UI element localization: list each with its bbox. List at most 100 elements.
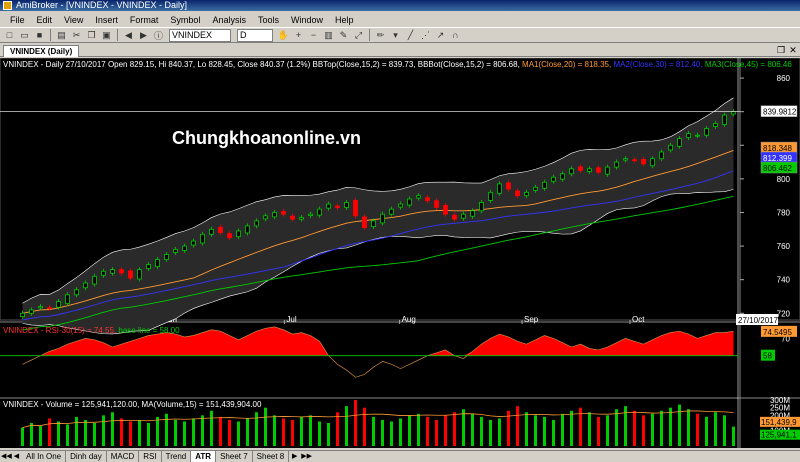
candle-body	[677, 138, 682, 147]
candle-body	[506, 182, 511, 190]
new-icon[interactable]: □	[3, 29, 16, 41]
candle-body	[101, 270, 106, 276]
open-icon[interactable]: ▭	[18, 29, 31, 41]
menu-window[interactable]: Window	[291, 15, 323, 25]
sheet-tab-all-in-one[interactable]: All In One	[22, 451, 67, 462]
restore-icon[interactable]: ❐	[776, 45, 786, 55]
next-sheet-icon[interactable]: ▶	[290, 452, 299, 461]
sheet-tab-dinh-day[interactable]: Dinh day	[66, 451, 107, 462]
ma2-info: MA2(Close,30) = 812.40,	[613, 60, 703, 69]
candle-body	[641, 158, 646, 165]
menu-format[interactable]: Format	[130, 15, 159, 25]
candle-body	[155, 259, 160, 267]
back-icon[interactable]: ◀	[122, 29, 135, 41]
candle-body	[272, 212, 277, 218]
menu-help[interactable]: Help	[335, 15, 354, 25]
last-sheet-icon[interactable]: ▶▶	[301, 452, 312, 461]
x-label-oct: Oct	[632, 315, 645, 324]
volume-bar	[75, 416, 78, 446]
volume-label: 125,941,1	[761, 431, 797, 440]
zoom-in-icon[interactable]: +	[292, 29, 305, 41]
sheet-tab-macd[interactable]: MACD	[107, 451, 140, 462]
first-sheet-icon[interactable]: ◀◀	[1, 452, 12, 461]
candle-body	[461, 213, 466, 219]
candle-body	[119, 269, 124, 274]
draw-icon[interactable]: ✎	[337, 29, 350, 41]
candle-body	[29, 309, 34, 314]
sheet-tab-atr[interactable]: ATR	[191, 451, 217, 462]
zoom-out-icon[interactable]: −	[307, 29, 320, 41]
fit-icon[interactable]: ⤢	[352, 29, 365, 41]
volume-bar	[84, 419, 87, 446]
volume-bar	[651, 413, 654, 446]
menu-analysis[interactable]: Analysis	[212, 15, 246, 25]
volume-bar	[642, 415, 645, 446]
color-dropdown-icon[interactable]: ▾	[389, 29, 402, 41]
x-label-aug: Aug	[402, 315, 416, 324]
volume-bar	[246, 418, 249, 446]
candle-body	[92, 275, 97, 285]
copy-icon[interactable]: ❐	[85, 29, 98, 41]
menu-file[interactable]: File	[10, 15, 25, 25]
menu-edit[interactable]: Edit	[37, 15, 53, 25]
candle-body	[182, 245, 187, 251]
volume-bar	[264, 407, 267, 446]
candle-body	[38, 306, 43, 309]
candle-body	[353, 199, 358, 217]
sheet-tab-sheet7[interactable]: Sheet 7	[216, 451, 253, 462]
ray-tool-icon[interactable]: ↗	[434, 29, 447, 41]
sheet-tab-sheet8[interactable]: Sheet 8	[253, 451, 290, 462]
symbol-combo[interactable]: VNINDEX	[169, 28, 231, 42]
info-icon[interactable]: ⓘ	[152, 29, 165, 41]
prev-sheet-icon[interactable]: ◀	[12, 452, 21, 461]
chart-type-icon[interactable]: ▥	[322, 29, 335, 41]
volume-bar	[660, 410, 663, 446]
volume-bar	[102, 415, 105, 446]
menu-insert[interactable]: Insert	[95, 15, 118, 25]
volume-bar	[669, 407, 672, 446]
volume-bar	[282, 418, 285, 446]
price-chart-svg[interactable]: 720740760780800820840860MayJunJulAugSepO…	[0, 58, 800, 448]
volume-bar	[327, 423, 330, 446]
forward-icon[interactable]: ▶	[137, 29, 150, 41]
candle-body	[632, 159, 637, 162]
paste-icon[interactable]: ▣	[100, 29, 113, 41]
sheet-tab-rsi[interactable]: RSI	[139, 451, 162, 462]
price-y-tick-label: 760	[777, 242, 791, 251]
volume-bar	[93, 423, 96, 446]
bbtop-info: BBTop(Close,15,2) = 839.73,	[312, 60, 416, 69]
candle-body	[254, 220, 259, 227]
candle-body	[524, 191, 529, 197]
document-tab[interactable]: VNINDEX (Daily)	[3, 45, 80, 57]
close-icon[interactable]: ✕	[788, 45, 798, 55]
volume-bar	[390, 421, 393, 446]
cut-icon[interactable]: ✂	[70, 29, 83, 41]
volume-bar	[210, 410, 213, 446]
volume-bar	[30, 423, 33, 446]
volume-bar	[336, 412, 339, 446]
toolbar-separator	[50, 29, 51, 41]
menu-symbol[interactable]: Symbol	[170, 15, 200, 25]
magnet-icon[interactable]: ∩	[449, 29, 462, 41]
menu-view[interactable]: View	[64, 15, 83, 25]
pen-color-icon[interactable]: ✏	[374, 29, 387, 41]
interval-combo[interactable]: D	[237, 28, 273, 42]
candle-body	[290, 215, 295, 220]
candle-body	[299, 217, 304, 220]
candle-body	[47, 307, 52, 309]
print-icon[interactable]: ▤	[55, 29, 68, 41]
volume-bar	[237, 421, 240, 446]
dotted-line-icon[interactable]: ⋰	[419, 29, 432, 41]
hand-icon[interactable]: ✋	[277, 29, 290, 41]
candle-body	[515, 190, 520, 197]
volume-bar	[615, 409, 618, 446]
volume-bar	[561, 413, 564, 446]
sheet-tab-trend[interactable]: Trend	[162, 451, 192, 462]
volume-bar	[399, 418, 402, 446]
ma1-info: MA1(Close,20) = 818.35,	[522, 60, 612, 69]
line-tool-icon[interactable]: ╱	[404, 29, 417, 41]
menu-tools[interactable]: Tools	[258, 15, 279, 25]
volume-bar	[381, 419, 384, 446]
chart-area[interactable]: 720740760780800820840860MayJunJulAugSepO…	[0, 58, 800, 448]
save-icon[interactable]: ■	[33, 29, 46, 41]
